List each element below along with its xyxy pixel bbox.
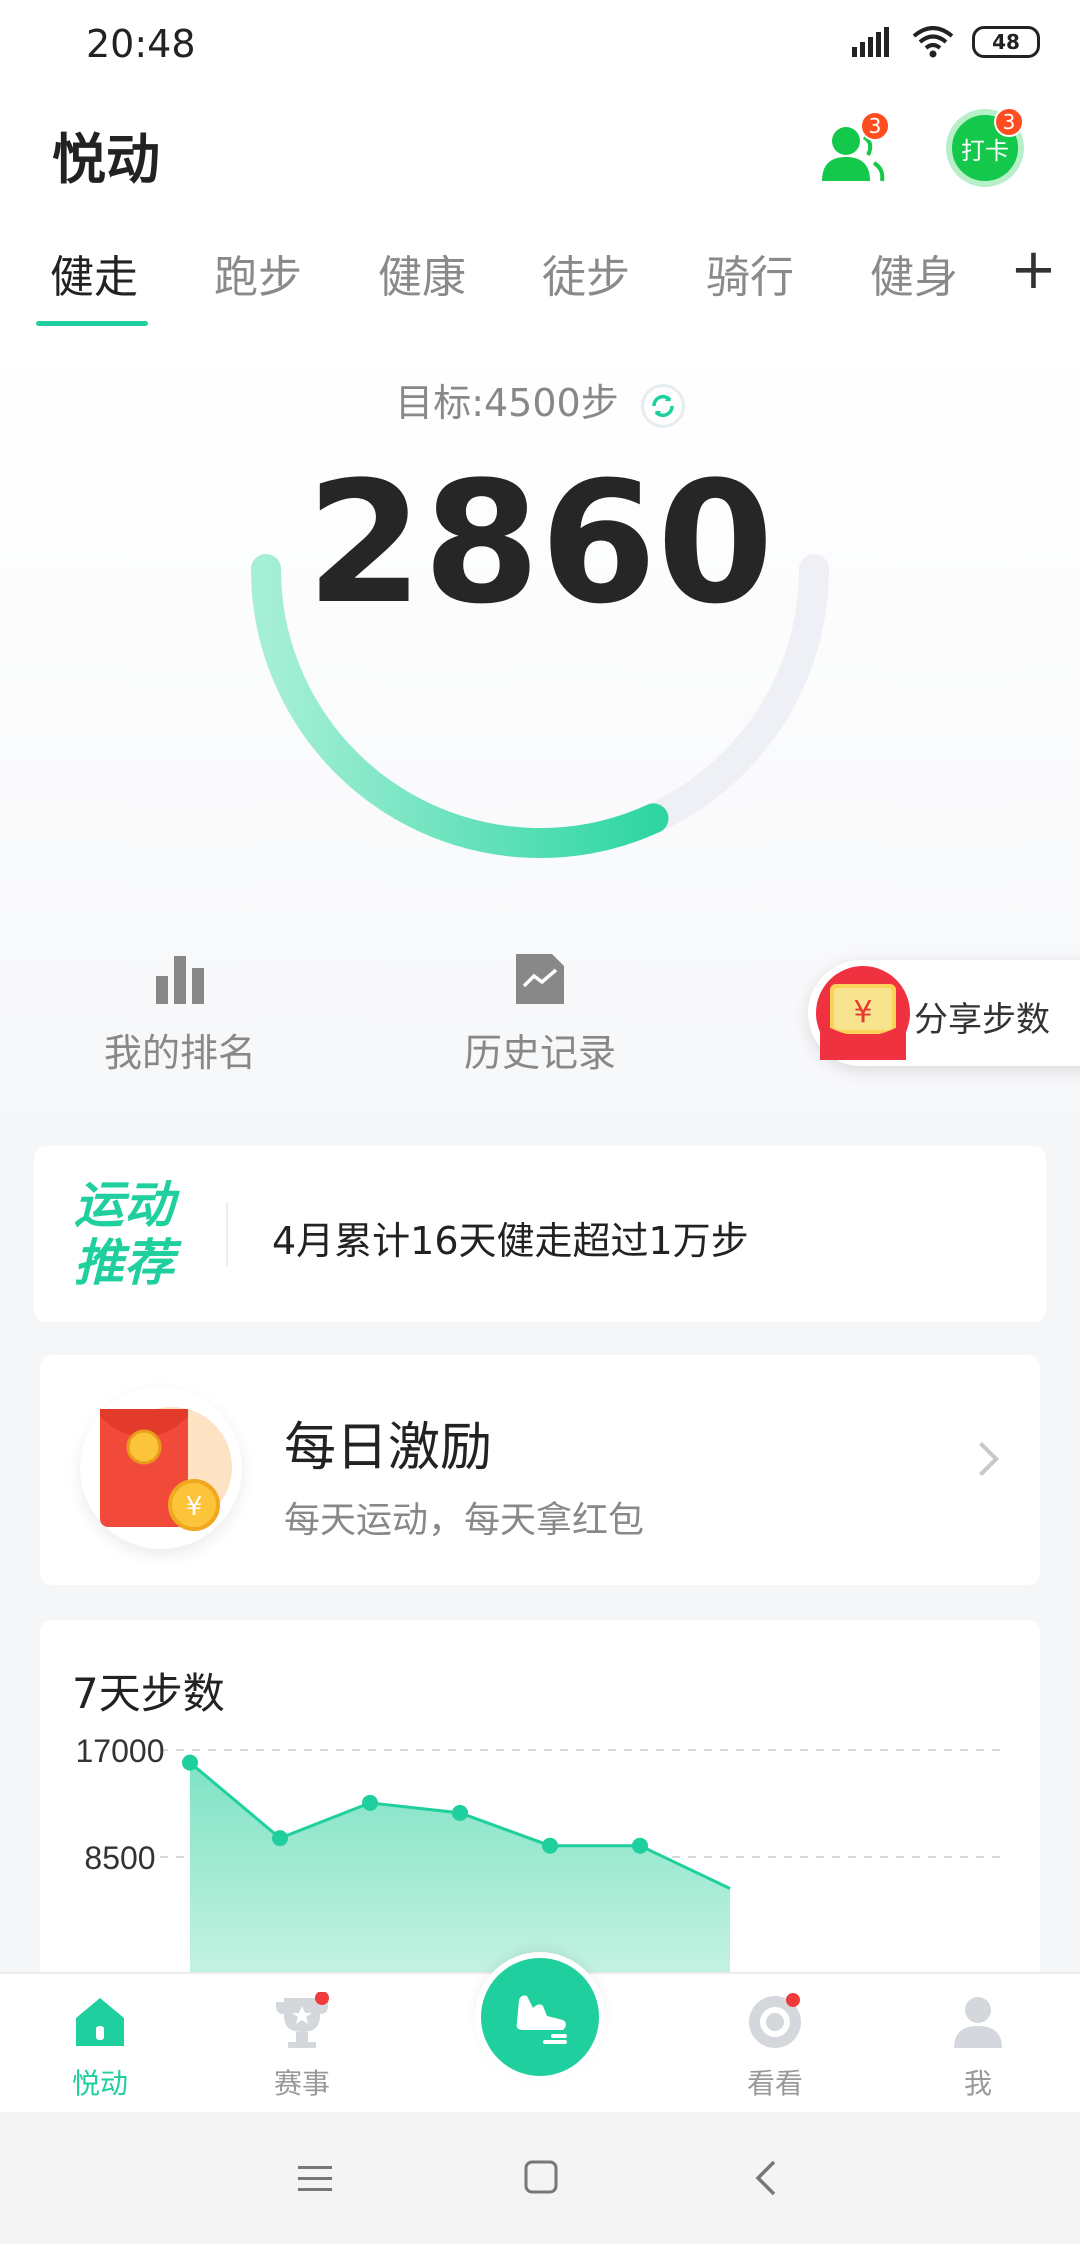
red-envelope-icon: ¥ [80, 1387, 242, 1549]
discover-icon [749, 1993, 801, 2048]
share-label: 分享步数 [914, 1000, 1050, 1040]
nav-home-label: 悦动 [71, 2067, 128, 2100]
friends-badge: 3 [860, 111, 890, 141]
gauge-fill [251, 554, 669, 858]
tab-cycle[interactable]: 骑行 [706, 241, 794, 305]
nav-events[interactable]: 赛事 [222, 1991, 382, 2102]
system-nav-bar [0, 2112, 1080, 2244]
sport-tabs: 健走 跑步 健康 徒步 骑行 健身 + [0, 215, 1080, 335]
tab-fitness[interactable]: 健身 [870, 241, 958, 305]
recommend-card[interactable]: 运动 推荐 4月累计16天健走超过1万步 [34, 1146, 1046, 1322]
recommend-tag: 运动 推荐 [74, 1176, 174, 1292]
tab-walk[interactable]: 健走 [50, 241, 138, 305]
back-icon[interactable] [754, 2160, 778, 2196]
share-steps-button[interactable]: ¥ 分享步数 [808, 960, 1080, 1066]
add-tab-button[interactable]: + [1010, 237, 1057, 302]
home-square-icon[interactable] [524, 2160, 558, 2194]
home-icon [76, 1998, 124, 2046]
chart-point[interactable] [542, 1837, 558, 1854]
battery-indicator: 48 [972, 26, 1040, 58]
goal-text: 目标:4500步 [395, 381, 619, 425]
daily-subtitle: 每天运动，每天拿红包 [284, 1500, 645, 1541]
nav-events-label: 赛事 [273, 2067, 330, 2100]
status-icons: 48 [852, 26, 1040, 58]
y-tick-label: 8500 [84, 1840, 155, 1876]
chart-point[interactable] [182, 1754, 198, 1771]
history-label: 历史记录 [463, 1031, 616, 1075]
nav-profile[interactable]: 我 [898, 1992, 1058, 2102]
chart-point[interactable] [272, 1830, 288, 1847]
recommend-text: 4月累计16天健走超过1万步 [272, 1219, 749, 1263]
recommend-divider [226, 1202, 228, 1266]
recommend-tag-line2: 推荐 [74, 1234, 174, 1292]
history-button[interactable]: 历史记录 [440, 950, 640, 1077]
status-time: 20:48 [86, 22, 196, 66]
shoe-icon [516, 1995, 567, 2044]
nav-discover-label: 看看 [746, 2067, 803, 2100]
app-header: 悦动 3 打卡 3 [0, 95, 1080, 215]
menu-icon[interactable] [298, 2164, 332, 2194]
profile-icon [954, 1997, 1002, 2048]
tab-hike[interactable]: 徒步 [542, 241, 630, 305]
trophy-icon [276, 1991, 329, 2048]
daily-title: 每日激励 [284, 1418, 493, 1478]
chevron-right-icon [965, 1442, 999, 1476]
svg-text:¥: ¥ [186, 1492, 203, 1522]
ranking-button[interactable]: 我的排名 [80, 950, 280, 1077]
start-exercise-button[interactable] [475, 1952, 605, 2082]
share-redpacket-icon: ¥ [816, 966, 910, 1060]
app-title: 悦动 [52, 128, 160, 191]
friends-button[interactable]: 3 [812, 111, 892, 193]
chart-point[interactable] [452, 1804, 468, 1821]
checkin-label: 打卡 [961, 136, 1009, 165]
tab-active-underline [36, 321, 148, 326]
chart-point[interactable] [632, 1837, 648, 1854]
bar-chart-icon [156, 956, 204, 1004]
nav-home[interactable]: 悦动 [20, 1992, 180, 2102]
daily-incentive-card[interactable]: ¥ 每日激励 每天运动，每天拿红包 [40, 1355, 1040, 1585]
steps-progress-gauge [251, 554, 829, 858]
refresh-icon[interactable] [640, 383, 685, 428]
y-tick-label: 17000 [76, 1733, 165, 1769]
status-bar: 20:48 48 [0, 0, 1080, 95]
ranking-label: 我的排名 [103, 1031, 256, 1075]
signal-icon [852, 27, 889, 57]
goal-line: 目标:4500步 [0, 372, 1080, 428]
nav-profile-label: 我 [963, 2067, 992, 2100]
tab-run[interactable]: 跑步 [214, 241, 302, 305]
wifi-icon [912, 26, 954, 58]
svg-text:¥: ¥ [853, 995, 872, 1030]
recommend-tag-line1: 运动 [74, 1176, 174, 1234]
history-doc-icon [516, 954, 564, 1004]
checkin-badge: 3 [994, 107, 1024, 137]
tab-health[interactable]: 健康 [378, 241, 466, 305]
chart-point[interactable] [362, 1794, 378, 1811]
nav-discover[interactable]: 看看 [695, 1992, 855, 2102]
gauge-track [251, 554, 829, 858]
